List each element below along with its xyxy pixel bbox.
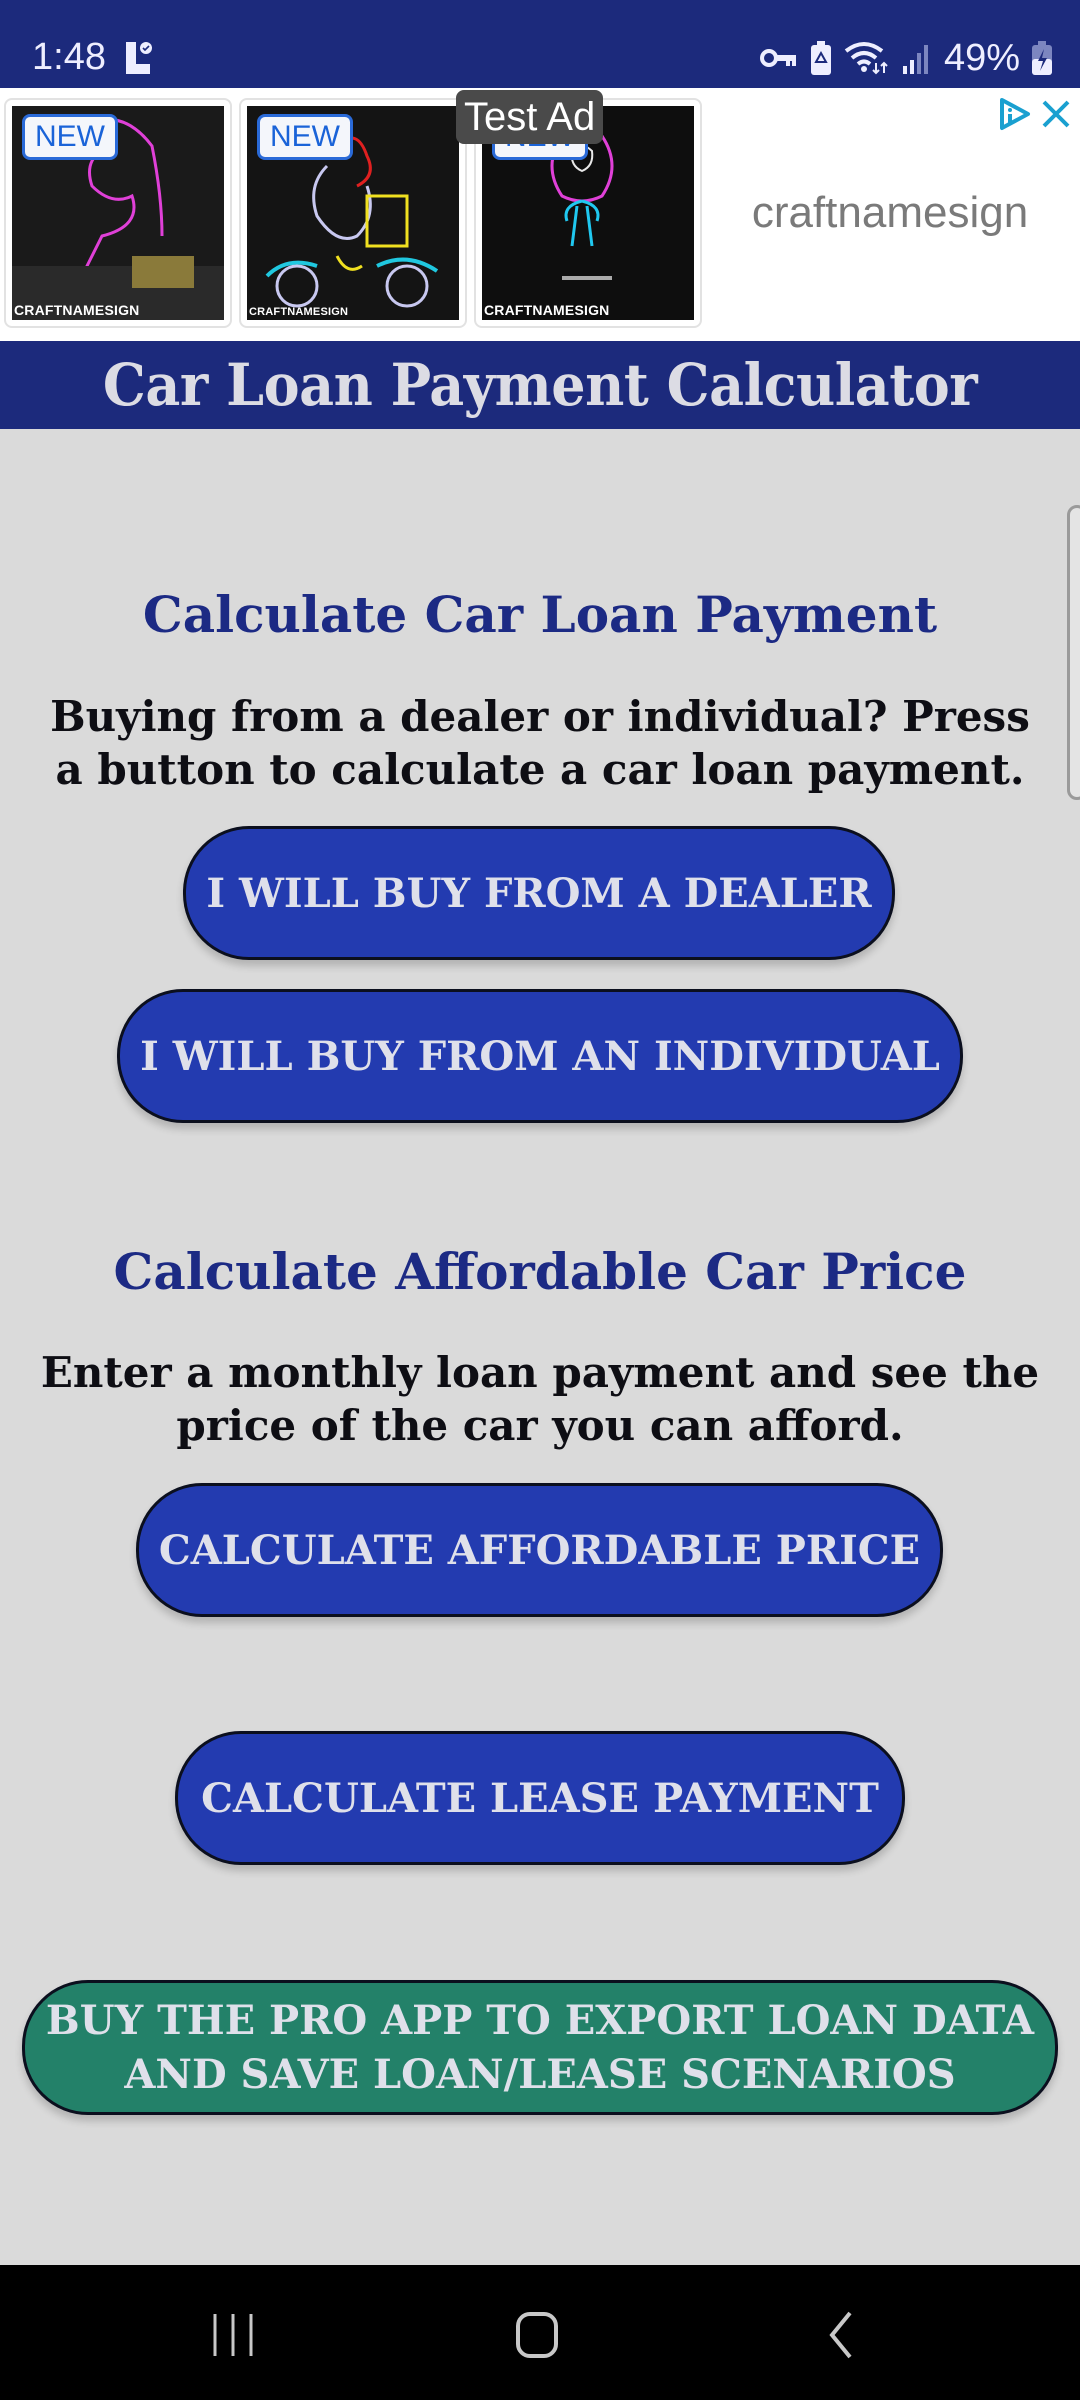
recent-apps-icon: [213, 2314, 253, 2356]
status-time: 1:48: [32, 36, 106, 78]
loan-section-description: Buying from a dealer or individual? Pres…: [50, 692, 1030, 794]
wifi-icon: [844, 41, 890, 75]
new-badge: NEW: [22, 114, 118, 160]
app-title: Car Loan Payment Calculator: [102, 351, 978, 419]
ad-tile-caption: CRAFTNAMESIGN: [14, 302, 140, 318]
ad-tile-caption: CRAFTNAMESIGN: [249, 306, 349, 318]
buy-from-dealer-button[interactable]: I WILL BUY FROM A DEALER: [183, 826, 895, 960]
vpn-key-icon: [759, 47, 798, 69]
affordable-section-description: Enter a monthly loan payment and see the…: [40, 1348, 1040, 1450]
app-header: Car Loan Payment Calculator: [0, 341, 1080, 429]
ad-tile-caption: CRAFTNAMESIGN: [484, 302, 610, 318]
test-ad-label: Test Ad: [456, 90, 604, 144]
close-icon[interactable]: [1038, 96, 1074, 132]
calculate-affordable-price-button[interactable]: CALCULATE AFFORDABLE PRICE: [136, 1483, 943, 1617]
ad-image-neon-rooster: NEW CRAFTNAMESIGN: [247, 106, 459, 320]
home-icon: [516, 2312, 558, 2358]
system-nav-bar: [0, 2265, 1080, 2400]
ad-tile[interactable]: NEW CRAFTNAMESIGN: [4, 98, 232, 328]
back-icon: [829, 2311, 852, 2359]
battery-charging-icon: [1032, 41, 1052, 75]
status-bar: 1:48 49%: [0, 0, 1080, 88]
ad-banner[interactable]: NEW CRAFTNAMESIGN NEW CRAFTNAMESIGN CRAF…: [0, 88, 1080, 341]
scroll-handle[interactable]: [1067, 505, 1080, 800]
affordable-section-heading: Calculate Affordable Car Price: [113, 1242, 967, 1301]
home-button[interactable]: [497, 2305, 577, 2365]
new-badge: NEW: [257, 114, 353, 160]
app-notification-icon: [124, 40, 154, 76]
battery-saver-icon: [810, 41, 832, 75]
signal-icon: [902, 42, 932, 74]
adchoices-icon[interactable]: [996, 96, 1032, 132]
calculate-lease-payment-button[interactable]: CALCULATE LEASE PAYMENT: [175, 1731, 905, 1865]
ad-image-neon-face: NEW CRAFTNAMESIGN: [12, 106, 224, 320]
recent-apps-button[interactable]: [193, 2305, 273, 2365]
buy-from-individual-button[interactable]: I WILL BUY FROM AN INDIVIDUAL: [117, 989, 963, 1123]
loan-section-heading: Calculate Car Loan Payment: [142, 585, 938, 644]
battery-percent: 49%: [943, 36, 1020, 79]
back-button[interactable]: [801, 2305, 881, 2365]
status-icons: 49%: [759, 36, 1052, 80]
buy-pro-app-button[interactable]: BUY THE PRO APP TO EXPORT LOAN DATA AND …: [22, 1980, 1058, 2115]
ad-tile[interactable]: NEW CRAFTNAMESIGN: [239, 98, 467, 328]
ad-advertiser-name[interactable]: craftnamesign: [700, 188, 1080, 238]
